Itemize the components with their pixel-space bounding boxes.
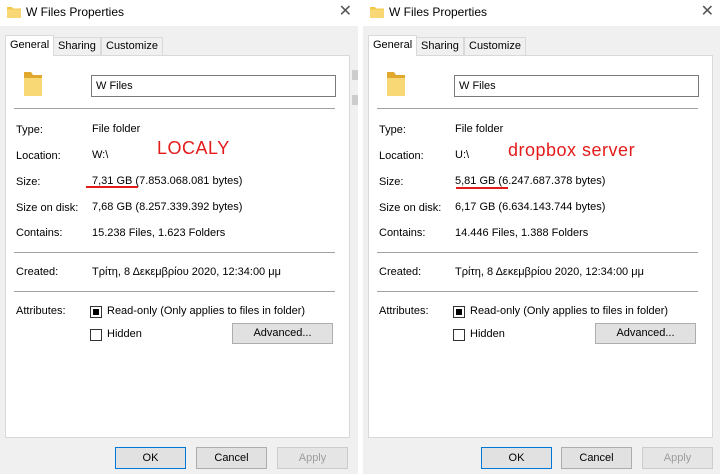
annotation-underline	[86, 186, 138, 188]
hidden-label: Hidden	[470, 328, 505, 340]
hidden-label: Hidden	[107, 328, 142, 340]
created-value: Τρίτη, 8 Δεκεμβρίου 2020, 12:34:00 μμ	[92, 266, 281, 278]
attributes-label: Attributes:	[16, 305, 66, 317]
tab-general[interactable]: General	[5, 35, 55, 56]
folder-name-field[interactable]: W Files	[91, 75, 336, 97]
annotation-text: dropbox server	[508, 140, 636, 160]
size-value: 5,81 GB (6.247.687.378 bytes)	[455, 175, 606, 187]
location-label: Location:	[379, 150, 424, 162]
created-label: Created:	[379, 266, 422, 278]
properties-dialog-dropbox: W Files Properties ✕ General Sharing Cus…	[363, 0, 720, 474]
contains-label: Contains:	[379, 227, 426, 239]
type-label: Type:	[16, 124, 43, 136]
size-on-disk-value: 7,68 GB (8.257.339.392 bytes)	[92, 201, 243, 213]
folder-icon	[370, 7, 384, 18]
tab-customize[interactable]: Customize	[101, 37, 163, 55]
tab-sharing[interactable]: Sharing	[53, 37, 101, 55]
separator	[14, 108, 335, 109]
location-value: U:\	[455, 149, 470, 161]
size-label: Size:	[16, 176, 41, 188]
created-label: Created:	[16, 266, 59, 278]
properties-dialog-local: W Files Properties ✕ General Sharing Cus…	[0, 0, 358, 474]
annotation-text: LOCALY	[157, 138, 230, 158]
advanced-button[interactable]: Advanced...	[595, 323, 696, 344]
folder-icon	[387, 72, 405, 96]
ok-button[interactable]: OK	[115, 447, 186, 469]
annotation-underline	[456, 187, 508, 189]
separator	[14, 252, 335, 253]
separator	[14, 291, 335, 292]
apply-button[interactable]: Apply	[642, 447, 713, 469]
readonly-checkbox[interactable]	[90, 306, 102, 318]
type-value: File folder	[455, 123, 504, 135]
window-title: W Files Properties	[26, 5, 125, 19]
window-title: W Files Properties	[389, 5, 488, 19]
tab-general[interactable]: General	[368, 35, 418, 56]
title-bar[interactable]: W Files Properties ✕	[0, 0, 358, 26]
hidden-checkbox[interactable]	[453, 329, 465, 341]
readonly-label: Read-only (Only applies to files in fold…	[470, 305, 669, 317]
location-label: Location:	[16, 150, 61, 162]
size-on-disk-label: Size on disk:	[16, 202, 79, 214]
advanced-button[interactable]: Advanced...	[232, 323, 333, 344]
close-icon[interactable]: ✕	[339, 2, 352, 22]
contains-label: Contains:	[16, 227, 63, 239]
folder-icon	[7, 7, 21, 18]
folder-name-field[interactable]: W Files	[454, 75, 699, 97]
contains-value: 14.446 Files, 1.388 Folders	[455, 227, 589, 239]
location-value: W:\	[92, 149, 109, 161]
general-panel: W Files Type: File folder Location: W:\ …	[5, 55, 350, 438]
separator	[377, 108, 698, 109]
size-on-disk-value: 6,17 GB (6.634.143.744 bytes)	[455, 201, 606, 213]
attributes-label: Attributes:	[379, 305, 429, 317]
contains-value: 15.238 Files, 1.623 Folders	[92, 227, 226, 239]
readonly-label: Read-only (Only applies to files in fold…	[107, 305, 306, 317]
tab-customize[interactable]: Customize	[464, 37, 526, 55]
type-label: Type:	[379, 124, 406, 136]
readonly-checkbox[interactable]	[453, 306, 465, 318]
size-on-disk-label: Size on disk:	[379, 202, 442, 214]
size-label: Size:	[379, 176, 404, 188]
general-panel: W Files Type: File folder Location: U:\ …	[368, 55, 713, 438]
separator	[377, 252, 698, 253]
hidden-checkbox[interactable]	[90, 329, 102, 341]
type-value: File folder	[92, 123, 141, 135]
created-value: Τρίτη, 8 Δεκεμβρίου 2020, 12:34:00 μμ	[455, 266, 644, 278]
cancel-button[interactable]: Cancel	[196, 447, 267, 469]
ok-button[interactable]: OK	[481, 447, 552, 469]
cancel-button[interactable]: Cancel	[561, 447, 632, 469]
separator	[377, 291, 698, 292]
apply-button[interactable]: Apply	[277, 447, 348, 469]
folder-icon	[24, 72, 42, 96]
tab-sharing[interactable]: Sharing	[416, 37, 464, 55]
title-bar[interactable]: W Files Properties ✕	[363, 0, 720, 26]
close-icon[interactable]: ✕	[701, 2, 714, 22]
